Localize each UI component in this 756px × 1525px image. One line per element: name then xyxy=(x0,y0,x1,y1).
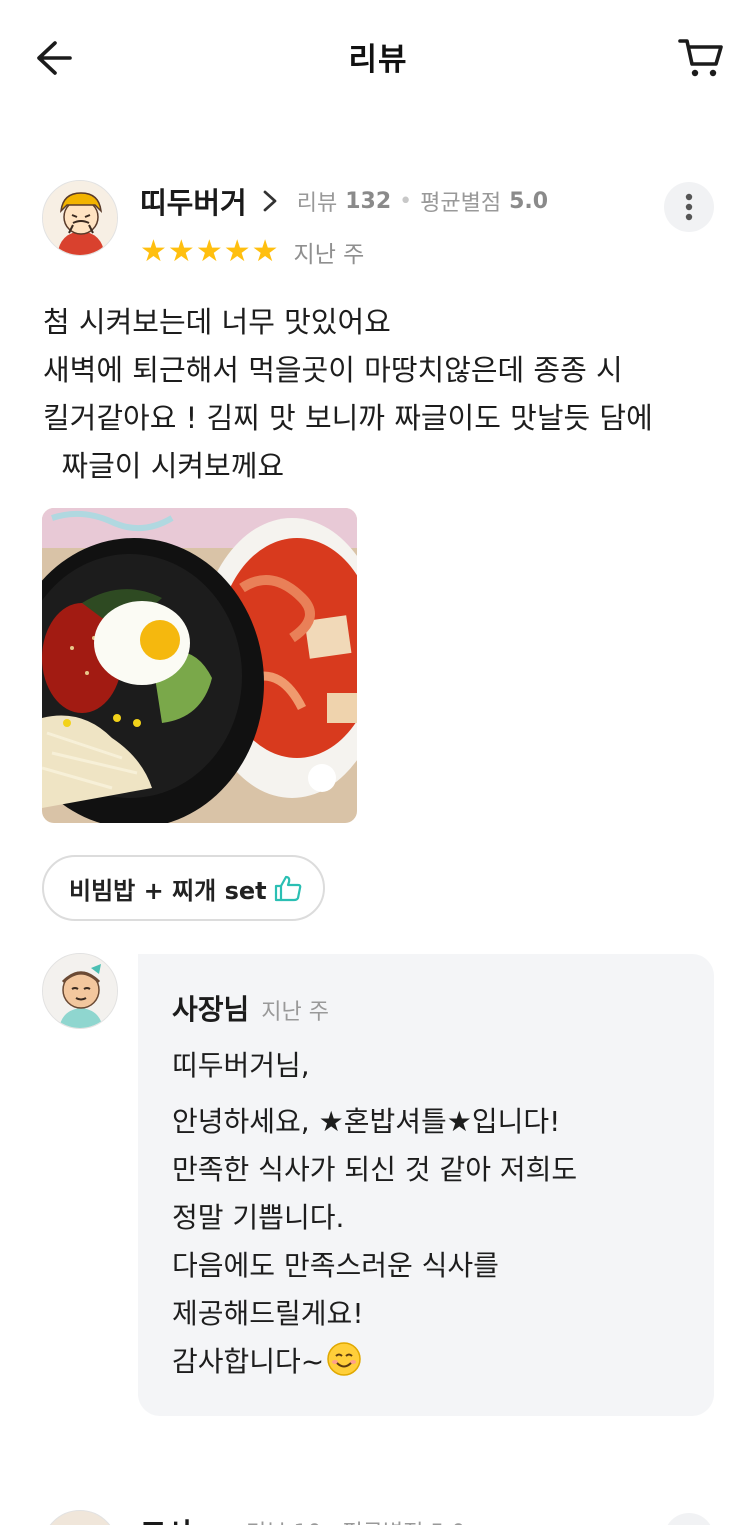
review-text-line: 짜글이 시켜보께요 xyxy=(43,449,285,483)
review-count-label: 리뷰 xyxy=(296,191,338,216)
star-icon: ★ xyxy=(167,234,195,269)
owner-avatar xyxy=(42,953,118,1029)
review-text-line: 첨 시켜보는데 너무 맛있어요 xyxy=(43,305,391,339)
next-reviewer-avatar[interactable] xyxy=(42,1510,118,1525)
reviewer-info: 띠두버거 리뷰 132 • 평균별점 5.0 xyxy=(140,180,548,222)
next-reviewer-meta: 리뷰 10 · 평균별점 5.0 xyxy=(246,1515,465,1525)
cart-button[interactable] xyxy=(674,34,728,82)
owner-reply-line: 감사합니다~ xyxy=(172,1345,325,1378)
avg-rating-label: 평균별점 xyxy=(420,191,502,216)
owner-reply-line-last: 감사합니다~ xyxy=(172,1338,577,1386)
owner-reply-line: 만족한 식사가 되신 것 같아 저희도 xyxy=(172,1153,578,1186)
reviewer-meta: 리뷰 132 • 평균별점 5.0 xyxy=(297,185,548,217)
more-options-button[interactable] xyxy=(664,182,714,232)
more-vertical-icon xyxy=(685,193,693,221)
next-reviewer-name[interactable]: 고사 xyxy=(140,1511,193,1525)
page-title: 리뷰 xyxy=(348,42,408,78)
separator-dot: • xyxy=(399,188,413,214)
next-review-peek: 고사 리뷰 10 · 평균별점 5.0 xyxy=(0,1505,756,1525)
owner-reply-line: 안녕하세요, ★혼밥셔틀★입니다! xyxy=(172,1105,561,1138)
star-icon: ★ xyxy=(140,234,167,269)
review-text-line: 새벽에 퇴근해서 먹을곳이 마땅치않은데 종종 시 xyxy=(43,353,623,387)
review-count: 132 xyxy=(345,188,392,214)
star-icon: ★ xyxy=(195,234,223,269)
review-photo[interactable] xyxy=(42,508,357,823)
owner-reply-line: 다음에도 만족스러운 식사를 xyxy=(172,1249,499,1282)
star-icon: ★ xyxy=(223,234,251,269)
owner-reply-line: 정말 기쁩니다. xyxy=(172,1201,345,1234)
smile-emoji-icon xyxy=(327,1342,362,1376)
chevron-right-icon[interactable] xyxy=(261,189,279,213)
menu-tag-chip[interactable]: 비빔밥 + 찌개 set xyxy=(42,855,325,921)
owner-reply: 사장님 지난 주 띠두버거님, 안녕하세요, ★혼밥셔틀★입니다! 만족한 식사… xyxy=(138,954,714,1416)
cart-icon xyxy=(678,39,723,77)
reviewer-avatar[interactable] xyxy=(42,180,118,256)
top-bar: 리뷰 xyxy=(0,0,756,112)
rating-stars: ★ ★ ★ ★ ★ 지난 주 xyxy=(140,235,364,269)
owner-reply-line: 제공해드릴게요! xyxy=(172,1297,364,1330)
owner-reply-date: 지난 주 xyxy=(261,1000,329,1025)
owner-reply-text: 띠두버거님, 안녕하세요, ★혼밥셔틀★입니다! 만족한 식사가 되신 것 같아… xyxy=(172,1042,577,1386)
thumbs-up-icon xyxy=(274,875,301,902)
avg-rating: 5.0 xyxy=(509,188,549,214)
review-date: 지난 주 xyxy=(293,242,365,268)
review-text: 첨 시켜보는데 너무 맛있어요 새벽에 퇴근해서 먹을곳이 마땅치않은데 종종 … xyxy=(43,298,733,490)
reviewer-name[interactable]: 띠두버거 xyxy=(140,180,247,222)
menu-tag-label: 비빔밥 + 찌개 set xyxy=(69,876,267,905)
review-text-line: 킬거같아요 ! 김찌 맛 보니까 짜글이도 맛날듯 담에 xyxy=(43,401,653,435)
next-more-options-button[interactable] xyxy=(664,1513,714,1525)
star-icon: ★ xyxy=(251,234,279,269)
owner-name: 사장님 xyxy=(172,993,250,1026)
owner-reply-line: 띠두버거님, xyxy=(172,1049,310,1082)
